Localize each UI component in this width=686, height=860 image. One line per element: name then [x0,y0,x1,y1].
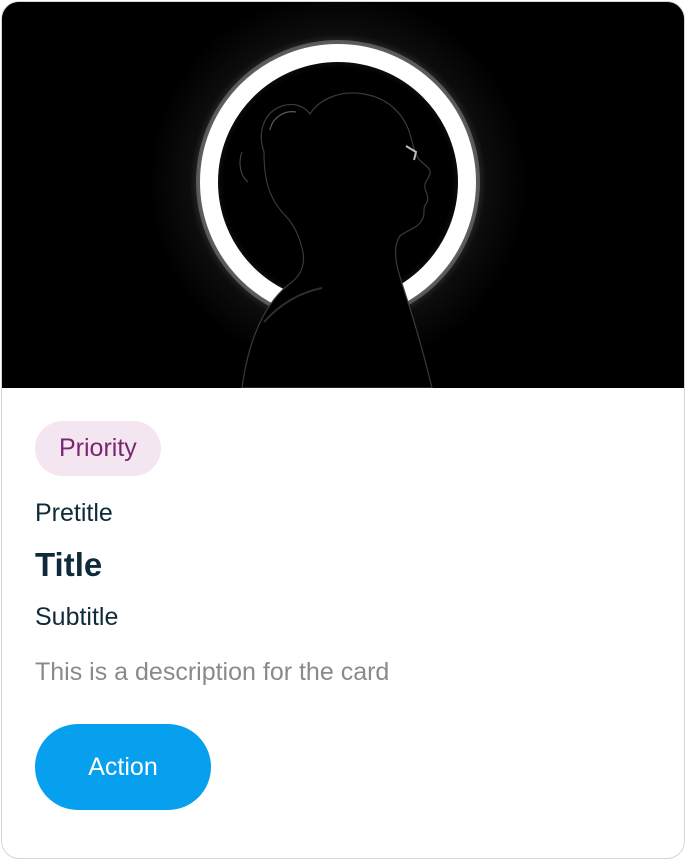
action-button[interactable]: Action [35,724,211,810]
card-media-image [2,2,684,388]
card-subtitle: Subtitle [35,603,119,631]
card-pretitle: Pretitle [35,499,113,527]
silhouette-image [2,2,684,388]
priority-chip: Priority [35,421,161,476]
card: Priority Pretitle Title Subtitle This is… [1,1,685,859]
card-description: This is a description for the card [35,658,390,686]
card-title: Title [35,546,103,583]
